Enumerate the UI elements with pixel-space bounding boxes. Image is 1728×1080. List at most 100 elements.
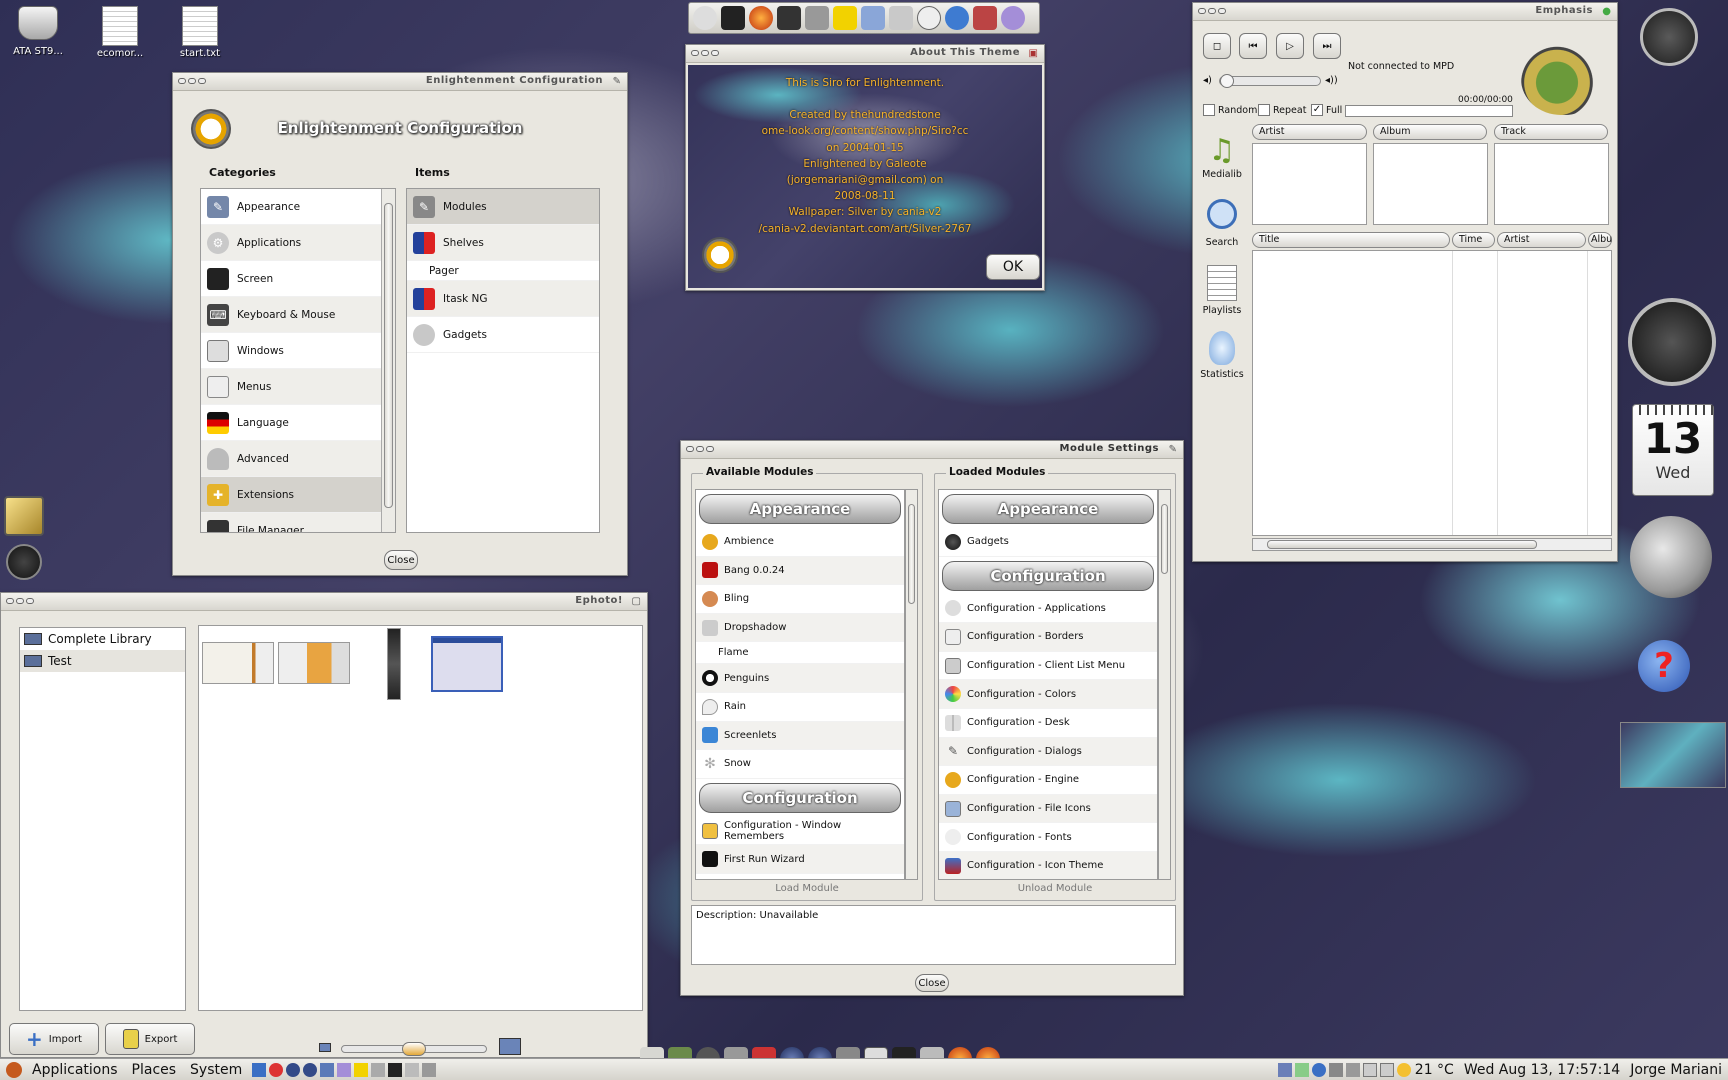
econfig-titlebar[interactable]: Enlightenment Configuration ✎	[173, 73, 627, 91]
module-ambience[interactable]: Ambience	[696, 528, 904, 557]
loaded-config-icon-theme[interactable]: Configuration - Icon Theme	[939, 851, 1157, 879]
network-status-icon[interactable]	[1277, 1062, 1292, 1077]
network-icon[interactable]	[320, 1062, 335, 1077]
pager-gadget[interactable]	[1620, 722, 1726, 788]
ghost-icon[interactable]	[1001, 6, 1025, 30]
toolbox-icon[interactable]	[973, 6, 997, 30]
item-gadgets[interactable]: Gadgets	[407, 317, 599, 353]
clock-gadget-small[interactable]	[1640, 8, 1698, 66]
album-complete-library[interactable]: Complete Library	[20, 628, 185, 650]
category-screen[interactable]: Screen	[201, 261, 395, 297]
window-buttons[interactable]	[686, 446, 714, 452]
firefox-icon[interactable]	[749, 6, 773, 30]
module-rain[interactable]: Rain	[696, 693, 904, 722]
playlist-album-column[interactable]: Albu	[1588, 232, 1612, 248]
album-test[interactable]: Test	[20, 650, 185, 672]
terminal-icon[interactable]	[388, 1062, 403, 1077]
sidebar-item-statistics[interactable]: Statistics	[1197, 331, 1247, 380]
globe-off-icon[interactable]	[693, 6, 717, 30]
menu-system[interactable]: System	[190, 1062, 242, 1078]
sidebar-item-search[interactable]: Search	[1197, 199, 1247, 248]
playlist-hscrollbar[interactable]	[1252, 538, 1612, 551]
media-icon[interactable]	[777, 6, 801, 30]
menu-applications[interactable]: Applications	[32, 1062, 118, 1078]
import-button[interactable]: + Import	[9, 1023, 99, 1055]
zoom-slider[interactable]	[341, 1042, 487, 1056]
window-buttons[interactable]	[1198, 8, 1226, 14]
loaded-scrollbar[interactable]	[1158, 489, 1171, 880]
about-titlebar[interactable]: About This Theme ▣	[686, 45, 1044, 63]
network-icon[interactable]	[945, 6, 969, 30]
clock-icon[interactable]	[917, 6, 941, 30]
about-ok-button[interactable]: OK	[986, 254, 1040, 280]
loaded-config-client-list-menu[interactable]: Configuration - Client List Menu	[939, 652, 1157, 681]
modules-close-button[interactable]: Close	[915, 974, 949, 992]
econfig-close-button[interactable]: Close	[384, 550, 418, 570]
category-applications[interactable]: ⚙ Applications	[201, 225, 395, 261]
category-file-manager[interactable]: File Manager	[201, 513, 395, 532]
camera-icon[interactable]	[422, 1062, 437, 1077]
menu-places[interactable]: Places	[132, 1062, 177, 1078]
module-bling[interactable]: Bling	[696, 585, 904, 614]
module-dropshadow[interactable]: Dropshadow	[696, 613, 904, 643]
playlist-artist-column[interactable]: Artist	[1497, 232, 1586, 248]
sidebar-item-playlists[interactable]: Playlists	[1197, 265, 1247, 316]
export-button[interactable]: Export	[105, 1023, 195, 1055]
category-keyboard-mouse[interactable]: ⌨ Keyboard & Mouse	[201, 297, 395, 333]
loaded-config-desk[interactable]: Configuration - Desk	[939, 709, 1157, 738]
weather-gadget[interactable]: ?	[1638, 640, 1710, 700]
mail-icon[interactable]	[1379, 1062, 1394, 1077]
module-bang[interactable]: Bang 0.0.24	[696, 556, 904, 586]
window-buttons[interactable]	[6, 598, 34, 604]
random-checkbox[interactable]: Random	[1203, 104, 1257, 116]
load-module-button[interactable]: Load Module	[691, 883, 923, 894]
ephoto-titlebar[interactable]: Ephoto! ▢	[1, 593, 647, 611]
module-window-remembers[interactable]: Configuration - Window Remembers	[696, 817, 904, 846]
moon-gadget[interactable]	[1630, 516, 1712, 598]
module-flame[interactable]: Flame	[696, 642, 904, 665]
category-advanced[interactable]: Advanced	[201, 441, 395, 477]
item-itask-ng[interactable]: Itask NG	[407, 281, 599, 317]
loaded-config-colors[interactable]: Configuration - Colors	[939, 680, 1157, 709]
item-modules[interactable]: ✎ Modules	[407, 189, 599, 225]
full-checkbox[interactable]: ✓ Full	[1311, 104, 1342, 116]
item-pager[interactable]: Pager	[407, 261, 599, 281]
module-penguins[interactable]: Penguins	[696, 664, 904, 693]
hscroll-thumb[interactable]	[1267, 540, 1537, 549]
display-icon[interactable]	[1328, 1062, 1343, 1077]
battery-icon[interactable]	[1294, 1062, 1309, 1077]
camera-icon[interactable]	[805, 6, 829, 30]
desktop-icon-drive[interactable]: ATA ST9...	[6, 6, 70, 57]
clock-gadget-large[interactable]	[1628, 298, 1716, 386]
loaded-gadgets[interactable]: Gadgets	[939, 528, 1157, 557]
unload-module-button[interactable]: Unload Module	[934, 883, 1176, 894]
desktop-icon-ecomor[interactable]: ecomor...	[88, 6, 152, 59]
volume-slider[interactable]	[1219, 74, 1321, 88]
save-icon[interactable]	[252, 1062, 267, 1077]
pin-icon[interactable]: ✎	[613, 76, 621, 87]
documents-icon[interactable]	[861, 6, 885, 30]
thumbnail-4[interactable]	[431, 636, 503, 692]
volume-icon[interactable]	[1345, 1062, 1360, 1077]
artist-column[interactable]: Artist	[1252, 124, 1367, 140]
previous-button[interactable]: ⏮	[1239, 33, 1267, 59]
item-shelves[interactable]: Shelves	[407, 225, 599, 261]
loaded-config-fonts[interactable]: Configuration - Fonts	[939, 823, 1157, 852]
track-column[interactable]: Track	[1494, 124, 1608, 140]
clipboard-icon[interactable]	[1362, 1062, 1377, 1077]
loaded-config-borders[interactable]: Configuration - Borders	[939, 623, 1157, 652]
package-icon[interactable]	[371, 1062, 386, 1077]
emphasis-titlebar[interactable]: Emphasis ●	[1193, 3, 1617, 21]
package-icon[interactable]	[889, 6, 913, 30]
user-name[interactable]: Jorge Mariani	[1630, 1062, 1722, 1078]
available-scrollbar[interactable]	[905, 489, 918, 880]
zoom-slider-handle[interactable]	[402, 1042, 426, 1056]
loaded-config-dialogs[interactable]: ✎ Configuration - Dialogs	[939, 737, 1157, 767]
bluetooth-icon[interactable]	[1311, 1062, 1326, 1077]
repeat-checkbox[interactable]: Repeat	[1258, 104, 1306, 116]
album-column[interactable]: Album	[1373, 124, 1487, 140]
panel-clock[interactable]: Wed Aug 13, 17:57:14	[1464, 1062, 1620, 1078]
thumbnail-2[interactable]	[278, 642, 350, 684]
dock-gadget-cpu-gauge[interactable]	[6, 544, 42, 580]
category-windows[interactable]: Windows	[201, 333, 395, 369]
